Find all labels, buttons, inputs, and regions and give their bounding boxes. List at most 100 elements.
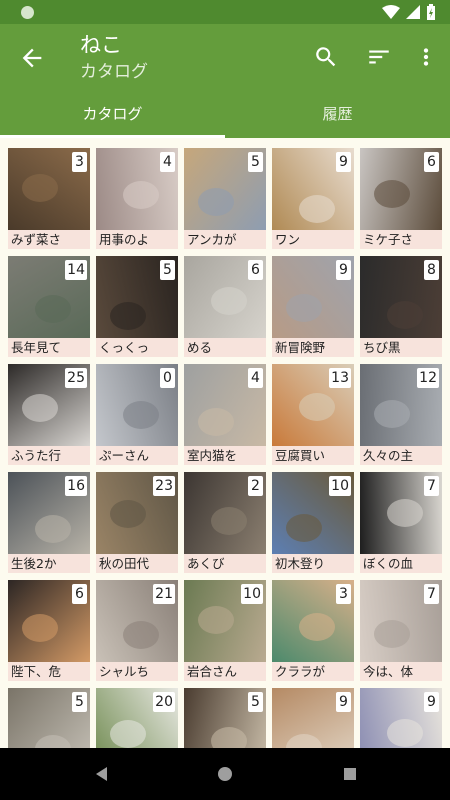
photo-count-badge: 6 xyxy=(248,260,263,280)
photo-count-badge: 13 xyxy=(329,368,351,388)
wifi-icon xyxy=(382,5,400,19)
tab-bar: カタログ 履歴 xyxy=(0,92,450,138)
cat-name-label: 初木登り xyxy=(272,554,354,573)
cat-tile[interactable]: 5 xyxy=(8,688,90,748)
tab-catalog[interactable]: カタログ xyxy=(0,92,225,138)
cat-tile[interactable]: 9 xyxy=(360,688,442,748)
cat-silhouette xyxy=(286,294,322,322)
photo-count-badge: 23 xyxy=(153,476,175,496)
cat-name-label: ぼくの血 xyxy=(360,554,442,573)
cat-tile[interactable]: 8 ちび黒 xyxy=(360,256,442,357)
cat-name-label: 秋の田代 xyxy=(96,554,178,573)
cat-tile[interactable]: 9 xyxy=(272,688,354,748)
photo-count-badge: 7 xyxy=(424,584,439,604)
cat-silhouette xyxy=(374,180,410,208)
cat-tile[interactable]: 5 アンカが xyxy=(184,148,266,249)
cat-tile[interactable]: 6 陛下、危 xyxy=(8,580,90,681)
cat-silhouette xyxy=(22,174,58,202)
cat-tile[interactable]: 7 ぼくの血 xyxy=(360,472,442,573)
app-bar: ねこ カタログ xyxy=(0,24,450,92)
cat-name-label: みず菜さ xyxy=(8,230,90,249)
cat-tile[interactable]: 7 今は、体 xyxy=(360,580,442,681)
cat-tile[interactable]: 21 シャルち xyxy=(96,580,178,681)
cat-tile[interactable]: 16 生後2か xyxy=(8,472,90,573)
cat-silhouette xyxy=(35,295,71,323)
cat-name-label: 久々の主 xyxy=(360,446,442,465)
cat-tile[interactable]: 5 くっくっ xyxy=(96,256,178,357)
cat-tile[interactable]: 4 室内猫を xyxy=(184,364,266,465)
cat-tile[interactable]: 5 xyxy=(184,688,266,748)
cat-tile[interactable]: 13 豆腐買い xyxy=(272,364,354,465)
cat-tile[interactable]: 25 ふうた行 xyxy=(8,364,90,465)
search-icon[interactable] xyxy=(313,44,339,70)
cat-name-label: 用事のよ xyxy=(96,230,178,249)
cat-name-label: 陛下、危 xyxy=(8,662,90,681)
nav-recents-icon[interactable] xyxy=(340,764,360,784)
cat-tile[interactable]: 3 クララが xyxy=(272,580,354,681)
cat-tile[interactable]: 10 岩合さん xyxy=(184,580,266,681)
page-subtitle: カタログ xyxy=(80,62,148,82)
tab-history[interactable]: 履歴 xyxy=(225,92,450,138)
cat-tile[interactable]: 9 ワン xyxy=(272,148,354,249)
photo-count-badge: 5 xyxy=(248,152,263,172)
cat-tile[interactable]: 0 ぷーさん xyxy=(96,364,178,465)
photo-count-badge: 10 xyxy=(241,584,263,604)
status-bar xyxy=(0,0,450,24)
cat-silhouette xyxy=(35,735,71,748)
cat-name-label: 室内猫を xyxy=(184,446,266,465)
cat-silhouette xyxy=(374,620,410,648)
cat-name-label: ちび黒 xyxy=(360,338,442,357)
cat-silhouette xyxy=(110,500,146,528)
cat-tile[interactable]: 4 用事のよ xyxy=(96,148,178,249)
battery-icon xyxy=(427,4,435,20)
cat-silhouette xyxy=(35,515,71,543)
photo-count-badge: 8 xyxy=(424,260,439,280)
cat-tile[interactable]: 6 ミケ子さ xyxy=(360,148,442,249)
photo-count-badge: 3 xyxy=(72,152,87,172)
cat-grid[interactable]: 3 みず菜さ 4 用事のよ 5 アンカが 9 ワン 6 ミケ子さ 14 長年見て 5 くっくっ 6 める 9 新冒… xyxy=(0,138,450,748)
cat-tile[interactable]: 14 長年見て xyxy=(8,256,90,357)
cat-silhouette xyxy=(211,287,247,315)
cat-tile[interactable]: 6 める xyxy=(184,256,266,357)
photo-count-badge: 3 xyxy=(336,584,351,604)
more-vert-icon[interactable] xyxy=(413,44,439,70)
sort-icon[interactable] xyxy=(366,44,392,70)
photo-count-badge: 21 xyxy=(153,584,175,604)
signal-icon xyxy=(406,5,420,19)
photo-count-badge: 0 xyxy=(160,368,175,388)
cat-silhouette xyxy=(198,188,234,216)
cat-tile[interactable]: 23 秋の田代 xyxy=(96,472,178,573)
status-icons xyxy=(382,4,436,20)
cat-tile[interactable]: 9 新冒険野 xyxy=(272,256,354,357)
photo-count-badge: 9 xyxy=(336,260,351,280)
nav-back-icon[interactable] xyxy=(92,764,112,784)
cat-silhouette xyxy=(286,514,322,542)
cat-silhouette xyxy=(374,400,410,428)
cat-silhouette xyxy=(123,401,159,429)
cat-tile[interactable]: 12 久々の主 xyxy=(360,364,442,465)
cat-tile[interactable]: 10 初木登り xyxy=(272,472,354,573)
cat-silhouette xyxy=(198,606,234,634)
cat-name-label: 岩合さん xyxy=(184,662,266,681)
cat-name-label: アンカが xyxy=(184,230,266,249)
photo-count-badge: 5 xyxy=(160,260,175,280)
photo-count-badge: 6 xyxy=(72,584,87,604)
cat-tile[interactable]: 3 みず菜さ xyxy=(8,148,90,249)
cat-silhouette xyxy=(387,499,423,527)
photo-count-badge: 9 xyxy=(336,152,351,172)
nav-home-icon[interactable] xyxy=(215,764,235,784)
photo-count-badge: 5 xyxy=(248,692,263,712)
arrow-back-icon[interactable] xyxy=(18,44,46,72)
cat-tile[interactable]: 20 xyxy=(96,688,178,748)
cat-tile[interactable]: 2 あくび xyxy=(184,472,266,573)
cat-silhouette xyxy=(211,507,247,535)
cat-name-label: 長年見て xyxy=(8,338,90,357)
cat-name-label: ぷーさん xyxy=(96,446,178,465)
cat-name-label: くっくっ xyxy=(96,338,178,357)
cat-silhouette xyxy=(286,734,322,748)
cat-silhouette xyxy=(123,621,159,649)
photo-count-badge: 9 xyxy=(424,692,439,712)
cat-name-label: ワン xyxy=(272,230,354,249)
cat-silhouette xyxy=(211,727,247,748)
photo-count-badge: 20 xyxy=(153,692,175,712)
